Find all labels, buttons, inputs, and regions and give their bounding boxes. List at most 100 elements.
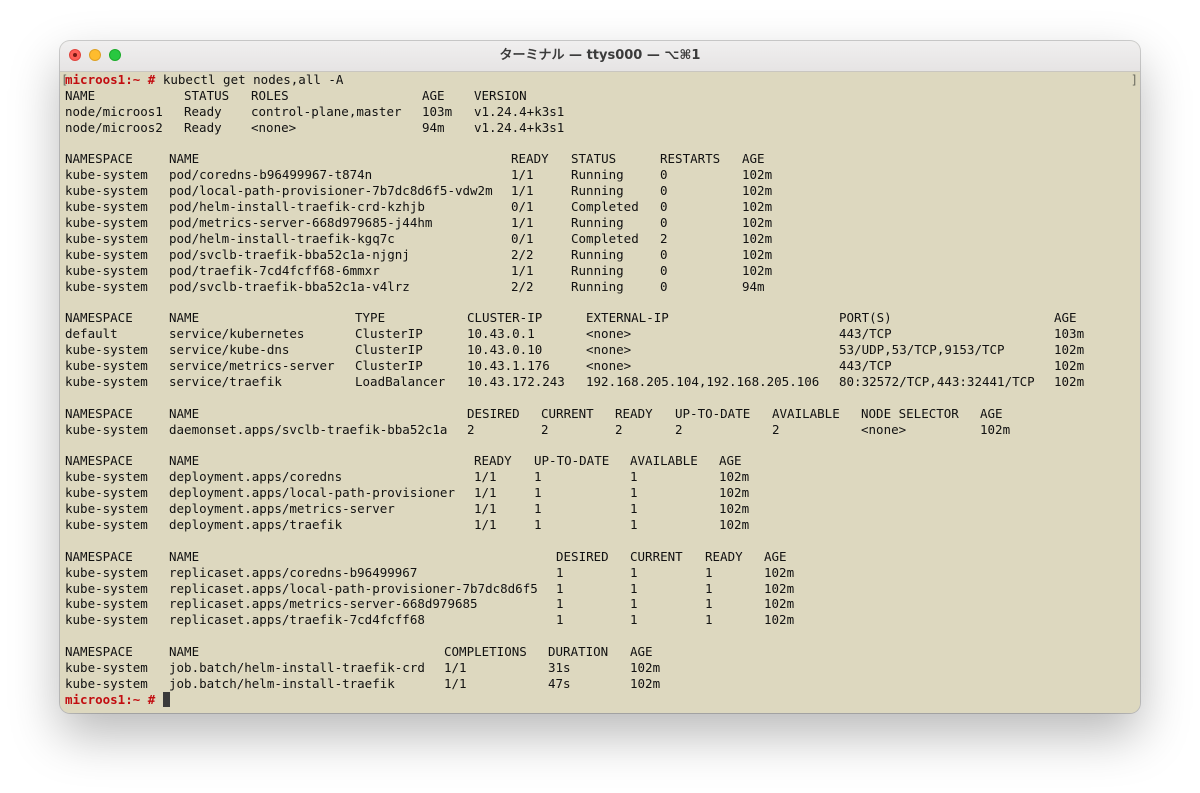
table-cell: kube-system bbox=[65, 564, 148, 580]
table-cell: 94m bbox=[742, 278, 765, 294]
table-cell: 102m bbox=[742, 199, 773, 215]
table-cell: 0/1 bbox=[511, 230, 534, 246]
column-header: READY bbox=[705, 548, 743, 564]
prompt: microos1:~ # bbox=[65, 72, 156, 87]
table-cell: 10.43.1.176 bbox=[467, 358, 550, 374]
table-cell: Ready bbox=[184, 119, 222, 135]
table-cell: 1 bbox=[705, 580, 713, 596]
table-cell: Completed bbox=[571, 199, 639, 215]
jobs-row: kube-system job.batch/helm-install-traefi… bbox=[65, 660, 1135, 676]
table-cell: Running bbox=[571, 215, 624, 231]
table-cell: 102m bbox=[719, 516, 750, 532]
table-cell: 102m bbox=[764, 596, 795, 612]
table-cell: 10.43.0.1 bbox=[467, 326, 535, 342]
table-cell: deployment.apps/local-path-provisioner bbox=[169, 485, 455, 501]
table-cell: kube-system bbox=[65, 246, 148, 262]
column-header: AGE bbox=[764, 548, 787, 564]
column-header: AVAILABLE bbox=[772, 405, 840, 421]
table-cell: 102m bbox=[742, 246, 773, 262]
pods-row: kube-system pod/traefik-7cd4fcff68-6mmxr 1… bbox=[65, 263, 1135, 279]
column-header: DESIRED bbox=[467, 405, 520, 421]
column-header: DURATION bbox=[548, 644, 609, 660]
terminal-content[interactable]: [ ] microos1:~ # kubectl get nodes,all -… bbox=[60, 72, 1140, 713]
deployments-row: kube-system deployment.apps/coredns 1/1 1 1 1… bbox=[65, 469, 1135, 485]
table-cell: 0 bbox=[660, 215, 668, 231]
table-cell: 1 bbox=[534, 501, 542, 517]
table-cell: 1 bbox=[630, 564, 638, 580]
column-header: NAME bbox=[65, 87, 96, 103]
deployments-row: kube-system deployment.apps/local-path-pr… bbox=[65, 485, 1135, 501]
table-cell: 31s bbox=[548, 659, 571, 675]
table-cell: 1 bbox=[556, 612, 564, 628]
title-bar[interactable]: ターミナル — ttys000 — ⌥⌘1 bbox=[60, 41, 1140, 72]
table-cell: kube-system bbox=[65, 183, 148, 199]
table-cell: deployment.apps/coredns bbox=[169, 469, 343, 485]
table-cell: 1 bbox=[534, 485, 542, 501]
table-cell: 0/1 bbox=[511, 199, 534, 215]
table-cell: 102m bbox=[742, 167, 773, 183]
column-header: AGE bbox=[742, 151, 765, 167]
pods-row: kube-system pod/svclb-traefik-bba52c1a-nj… bbox=[65, 247, 1135, 263]
table-cell: 192.168.205.104,192.168.205.106 bbox=[586, 373, 820, 389]
table-cell: LoadBalancer bbox=[355, 373, 446, 389]
column-header: UP-TO-DATE bbox=[675, 405, 751, 421]
column-header: UP-TO-DATE bbox=[534, 453, 610, 469]
column-header: NAME bbox=[169, 310, 200, 326]
table-cell: 443/TCP bbox=[839, 358, 892, 374]
table-cell: pod/metrics-server-668d979685-j44hm bbox=[169, 215, 433, 231]
table-cell: pod/traefik-7cd4fcff68-6mmxr bbox=[169, 262, 380, 278]
table-cell: 102m bbox=[719, 501, 750, 517]
table-cell: 0 bbox=[660, 262, 668, 278]
table-cell: 1 bbox=[630, 516, 638, 532]
table-cell: kube-system bbox=[65, 215, 148, 231]
pods-row: kube-system pod/svclb-traefik-bba52c1a-v4… bbox=[65, 279, 1135, 295]
table-cell: kube-system bbox=[65, 612, 148, 628]
column-header: EXTERNAL-IP bbox=[586, 310, 669, 326]
table-cell: job.batch/helm-install-traefik-crd bbox=[169, 659, 425, 675]
table-cell: pod/helm-install-traefik-kgq7c bbox=[169, 230, 395, 246]
jobs-header-row: NAMESPACE NAME COMPLETIONS DURATION AGE bbox=[65, 644, 1135, 660]
column-header: READY bbox=[511, 151, 549, 167]
table-cell: replicaset.apps/metrics-server-668d97968… bbox=[169, 596, 478, 612]
table-cell: 2/2 bbox=[511, 246, 534, 262]
table-cell: kube-system bbox=[65, 501, 148, 517]
table-cell: service/kube-dns bbox=[169, 342, 290, 358]
table-cell: 0 bbox=[660, 278, 668, 294]
table-cell: <none> bbox=[586, 326, 632, 342]
table-cell: 1 bbox=[534, 469, 542, 485]
table-cell: 1 bbox=[556, 564, 564, 580]
table-cell: kube-system bbox=[65, 373, 148, 389]
table-cell: <none> bbox=[251, 119, 297, 135]
replicasets-row: kube-system replicaset.apps/metrics-serve… bbox=[65, 596, 1135, 612]
table-cell: service/traefik bbox=[169, 373, 282, 389]
table-cell: 2 bbox=[615, 421, 623, 437]
column-header: AGE bbox=[422, 87, 445, 103]
table-cell: 1/1 bbox=[511, 167, 534, 183]
pods-row: kube-system pod/metrics-server-668d979685… bbox=[65, 215, 1135, 231]
column-header: AGE bbox=[980, 405, 1003, 421]
table-cell: 102m bbox=[1054, 358, 1085, 374]
table-cell: <none> bbox=[586, 342, 632, 358]
pods-row: kube-system pod/coredns-b96499967-t874n 1/… bbox=[65, 167, 1135, 183]
table-cell: 102m bbox=[719, 485, 750, 501]
daemonsets-header-row: NAMESPACE NAME DESIRED CURRENT READY UP-TO-DA… bbox=[65, 406, 1135, 422]
table-cell: 0 bbox=[660, 167, 668, 183]
table-cell: 1 bbox=[556, 580, 564, 596]
column-header: COMPLETIONS bbox=[444, 644, 527, 660]
table-cell: 47s bbox=[548, 675, 571, 691]
services-row: default service/kubernetes ClusterIP 10.43.… bbox=[65, 326, 1135, 342]
replicasets-row: kube-system replicaset.apps/coredns-b9649… bbox=[65, 565, 1135, 581]
table-cell: pod/svclb-traefik-bba52c1a-njgnj bbox=[169, 246, 410, 262]
column-header: DESIRED bbox=[556, 548, 609, 564]
table-cell: 53/UDP,53/TCP,9153/TCP bbox=[839, 342, 1005, 358]
table-cell: Running bbox=[571, 278, 624, 294]
table-cell: 102m bbox=[1054, 342, 1085, 358]
column-header: AGE bbox=[1054, 310, 1077, 326]
window-title: ターミナル — ttys000 — ⌥⌘1 bbox=[499, 48, 701, 63]
table-cell: 1/1 bbox=[474, 469, 497, 485]
table-cell: 1 bbox=[630, 580, 638, 596]
